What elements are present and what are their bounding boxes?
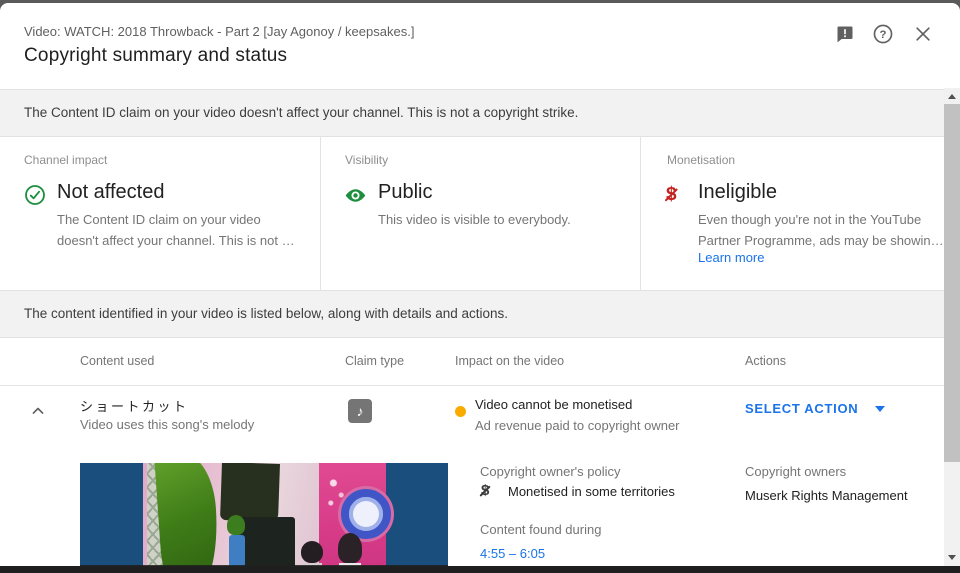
claimed-song-subtitle: Video uses this song's melody [80,417,254,432]
policy-value: Monetised in some territories [508,484,675,499]
monetisation-warning-dot [455,406,466,417]
music-claim-icon: ♪ [348,399,372,423]
column-header-content-used: Content used [80,354,154,368]
copyright-owners-label: Copyright owners [745,464,846,479]
close-icon [913,24,933,44]
thumbnail-banner-logo [341,489,391,539]
copyright-owners-value: Muserk Rights Management [745,488,908,503]
visibility-label: Visibility [345,153,388,167]
thumbnail-stage-floor [80,565,448,566]
thumbnail-performer [301,541,325,566]
content-list-notice-banner: The content identified in your video is … [0,290,944,338]
monetisation-description: Even though you're not in the YouTube Pa… [698,209,944,251]
thumbnail-speaker [220,463,280,522]
scroll-down-arrow[interactable] [948,555,956,560]
scrollbar-thumb[interactable] [944,104,960,462]
select-action-button[interactable]: SELECT ACTION [745,401,885,416]
learn-more-link[interactable]: Learn more [698,250,764,265]
card-divider [640,137,641,290]
feedback-icon [835,24,855,44]
impact-subtitle: Ad revenue paid to copyright owner [475,418,680,433]
claimed-song-title: ショートカット [80,396,189,415]
video-label: Video: WATCH: 2018 Throwback - Part 2 [J… [24,24,414,39]
thumbnail-green-curtain [154,463,222,566]
channel-impact-value: Not affected [57,181,164,204]
collapse-row-button[interactable] [26,401,50,425]
close-button[interactable] [911,22,935,46]
time-range-link[interactable]: 4:55 – 6:05 [480,546,545,561]
visibility-value: Public [378,181,432,204]
card-divider [320,137,321,290]
page-background-bottom [0,566,960,573]
channel-impact-description: The Content ID claim on your video doesn… [57,209,295,251]
monetisation-label: Monetisation [667,153,735,167]
monetised-territories-icon: $ [481,482,489,500]
monetisation-value: Ineligible [698,181,777,204]
claim-notice-banner: The Content ID claim on your video doesn… [0,89,944,137]
svg-text:?: ? [880,29,887,41]
column-header-actions: Actions [745,354,786,368]
thumbnail-performer [338,533,364,566]
feedback-button[interactable] [833,22,857,46]
scrollbar[interactable] [944,88,960,566]
video-thumbnail[interactable]: FINAL [80,463,448,566]
visibility-description: This video is visible to everybody. [378,209,571,230]
page-title: Copyright summary and status [24,45,287,67]
check-circle-icon [24,184,46,206]
chevron-up-icon [28,401,48,426]
impact-title: Video cannot be monetised [475,397,632,412]
policy-label: Copyright owner's policy [480,464,621,479]
column-header-claim-type: Claim type [345,354,404,368]
thumbnail-performer [227,515,247,566]
content-found-label: Content found during [480,522,601,537]
scroll-up-arrow[interactable] [948,94,956,99]
help-button[interactable]: ? [871,22,895,46]
monetisation-off-icon: $ [666,185,677,205]
select-action-label: SELECT ACTION [745,401,858,416]
screen: Video: WATCH: 2018 Throwback - Part 2 [J… [0,0,960,573]
copyright-summary-dialog: Video: WATCH: 2018 Throwback - Part 2 [J… [0,3,960,566]
eye-icon [344,184,366,206]
channel-impact-label: Channel impact [24,153,107,167]
help-icon: ? [872,23,894,45]
table-header-divider [0,385,944,386]
column-header-impact: Impact on the video [455,354,564,368]
chevron-down-icon [875,406,885,412]
